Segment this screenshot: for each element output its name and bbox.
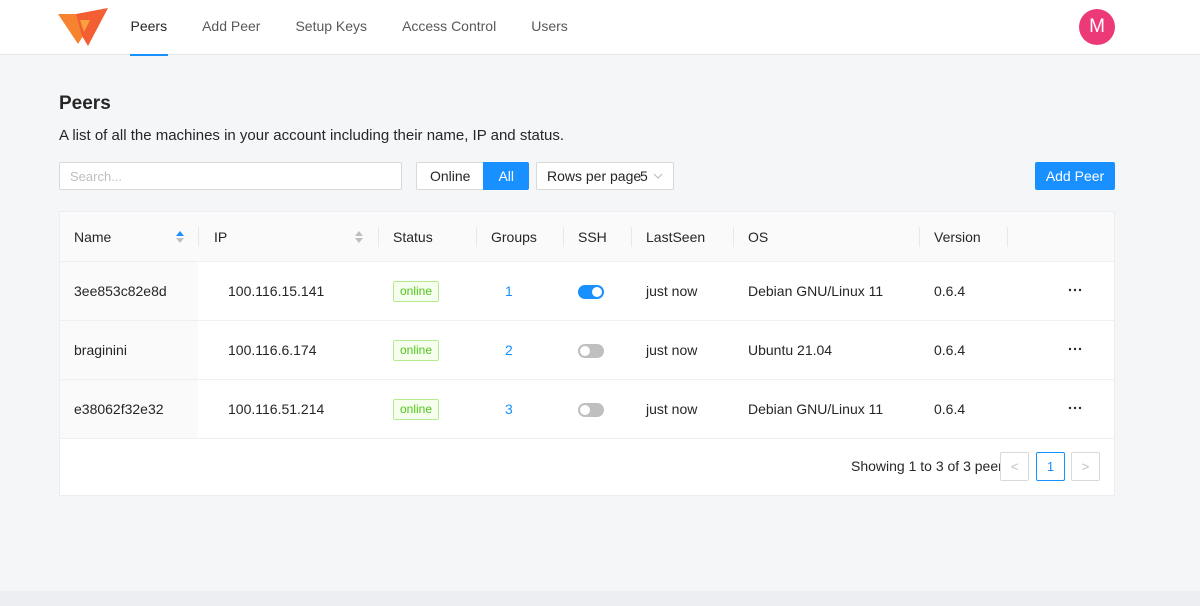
column-header-ip[interactable]: IP [214,212,227,262]
peer-version: 0.6.4 [934,401,966,417]
ellipsis-icon[interactable] [1067,400,1083,416]
peer-name[interactable]: 3ee853c82e8d [74,262,167,320]
table-row[interactable]: 3ee853c82e8d 100.116.15.141 online 1 jus… [60,262,1114,321]
top-header: Peers Add Peer Setup Keys Access Control… [0,0,1200,56]
pagination-summary: Showing 1 to 3 of 3 peers [851,458,1010,474]
next-page-button[interactable]: > [1071,452,1100,481]
last-seen: just now [646,283,698,299]
status-badge: online [393,281,440,302]
column-header-status: Status [393,229,433,245]
chevron-down-icon [653,173,663,179]
table-header: Name IP Status Groups SSH LastSeen OS Ve… [60,212,1114,262]
column-divider [1007,227,1008,247]
column-divider [919,227,920,247]
peer-name[interactable]: braginini [74,321,127,379]
column-header-name[interactable]: Name [74,212,111,262]
peer-ip: 100.116.6.174 [228,342,317,358]
peer-os: Ubuntu 21.04 [748,342,833,358]
column-header-version: Version [934,229,981,245]
search-input[interactable] [59,162,402,190]
column-header-lastseen: LastSeen [646,229,706,245]
peer-version: 0.6.4 [934,283,966,299]
ssh-toggle[interactable] [578,285,604,299]
ellipsis-icon[interactable] [1067,282,1083,298]
groups-link[interactable]: 2 [505,321,513,379]
column-header-groups: Groups [491,229,537,245]
nav-access-control[interactable]: Access Control [385,0,514,55]
status-filter: Online All [416,162,530,190]
nav-users[interactable]: Users [514,0,586,55]
page-title: Peers [59,93,111,114]
nav-add-peer[interactable]: Add Peer [185,0,278,55]
column-divider [563,227,564,247]
peer-name[interactable]: e38062f32e32 [74,380,164,438]
ssh-toggle[interactable] [578,403,604,417]
column-header-os: OS [748,229,769,245]
peer-ip: 100.116.51.214 [228,401,325,417]
groups-link[interactable]: 3 [505,380,513,438]
groups-link[interactable]: 1 [505,262,513,320]
column-header-ssh: SSH [578,229,607,245]
nav-peers[interactable]: Peers [113,0,185,56]
column-divider [476,227,477,247]
peer-os: Debian GNU/Linux 11 [748,283,884,299]
last-seen: just now [646,342,698,358]
nav-setup-keys[interactable]: Setup Keys [278,0,385,55]
peer-os: Debian GNU/Linux 11 [748,401,884,417]
rows-per-page-value: 5 [640,168,648,184]
table-row[interactable]: braginini 100.116.6.174 online 2 just no… [60,321,1114,380]
column-divider [631,227,632,247]
rows-per-page-select[interactable]: Rows per page 5 [536,162,674,190]
status-badge: online [393,399,440,420]
filter-online-button[interactable]: Online [416,162,484,190]
last-seen: just now [646,401,698,417]
column-divider [198,227,199,247]
peer-version: 0.6.4 [934,342,966,358]
bottom-bar [0,591,1200,606]
sort-icon-active[interactable] [176,231,184,243]
ellipsis-icon[interactable] [1067,341,1083,357]
peer-ip: 100.116.15.141 [228,283,325,299]
table-row[interactable]: e38062f32e32 100.116.51.214 online 3 jus… [60,380,1114,439]
page-description: A list of all the machines in your accou… [59,127,565,144]
rows-per-page-label: Rows per page [547,168,642,184]
main-nav: Peers Add Peer Setup Keys Access Control… [113,0,586,56]
filter-all-button[interactable]: All [483,162,530,190]
add-peer-button[interactable]: Add Peer [1035,162,1115,190]
prev-page-button[interactable]: < [1000,452,1029,481]
peers-table: Name IP Status Groups SSH LastSeen OS Ve… [59,211,1115,496]
ssh-toggle[interactable] [578,344,604,358]
netbird-logo[interactable] [58,8,110,46]
user-avatar[interactable]: M [1079,9,1115,45]
status-badge: online [393,340,440,361]
sort-icon[interactable] [355,231,363,243]
column-divider [733,227,734,247]
page-1-button[interactable]: 1 [1036,452,1065,481]
column-divider [378,227,379,247]
